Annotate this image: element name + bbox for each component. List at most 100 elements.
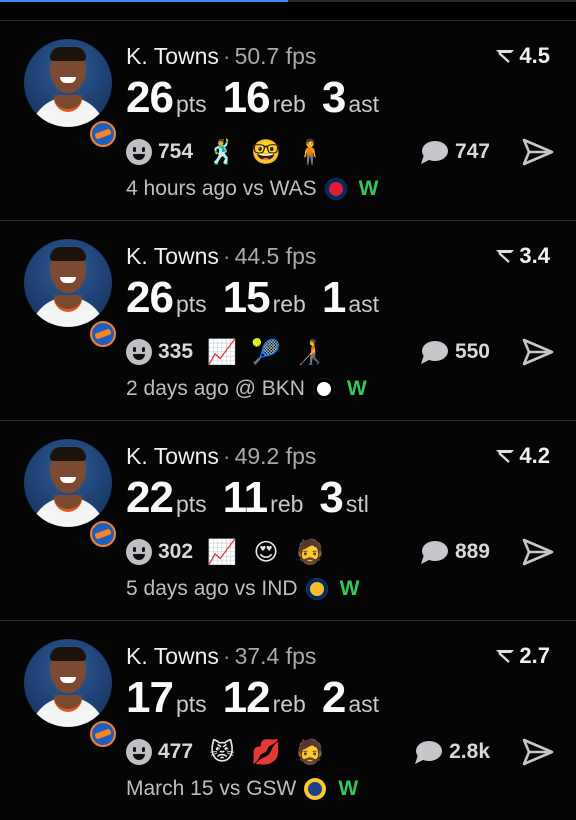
stat-unit: pts bbox=[175, 691, 207, 717]
game-card[interactable]: K. Towns · 44.5 fps 3.4 26 pts 15 reb 1 ast 335… bbox=[0, 220, 576, 420]
send-icon[interactable] bbox=[522, 137, 554, 167]
stat-unit: reb bbox=[272, 691, 306, 717]
send-icon[interactable] bbox=[522, 737, 554, 767]
rating[interactable]: 4.2 bbox=[495, 443, 550, 469]
stat-value: 26 bbox=[126, 73, 174, 122]
game-meta[interactable]: March 15 vs GSW W bbox=[126, 777, 358, 801]
rating-value: 4.5 bbox=[519, 43, 550, 68]
game-card[interactable]: K. Towns · 37.4 fps 2.7 17 pts 12 reb 2 ast 477… bbox=[0, 620, 576, 820]
knicks-logo-icon bbox=[90, 521, 116, 547]
comments[interactable]: 747 bbox=[419, 135, 490, 169]
reaction-emoji-icon[interactable]: 🧔 bbox=[293, 737, 327, 767]
player-avatar[interactable] bbox=[24, 639, 112, 727]
stat-unit: pts bbox=[175, 91, 207, 117]
rating[interactable]: 2.7 bbox=[495, 643, 550, 669]
stat-value: 2 bbox=[321, 673, 347, 722]
player-avatar[interactable] bbox=[24, 39, 112, 127]
stat-value: 22 bbox=[126, 473, 174, 522]
stat-unit: reb bbox=[272, 91, 306, 117]
game-meta[interactable]: 5 days ago vs IND W bbox=[126, 577, 359, 601]
stat-value: 12 bbox=[222, 673, 271, 722]
stat-line: 22 pts 11 reb 3 stl bbox=[126, 473, 385, 523]
reaction-emoji-icon[interactable]: 🧍 bbox=[293, 137, 327, 167]
stat-value: 3 bbox=[321, 73, 347, 122]
reaction-emoji-icon[interactable]: 🕺 bbox=[205, 137, 239, 167]
reactions[interactable]: 335 📈 🎾 🧑‍🦯 bbox=[126, 335, 337, 369]
result-badge: W bbox=[338, 777, 359, 800]
fantasy-points: 49.2 fps bbox=[234, 443, 317, 469]
stat-unit: pts bbox=[175, 491, 207, 517]
stat-line: 26 pts 15 reb 1 ast bbox=[126, 273, 395, 323]
comments-count: 889 bbox=[454, 540, 490, 563]
stat-unit: stl bbox=[345, 491, 369, 517]
player-line: K. Towns · 44.5 fps bbox=[126, 243, 316, 270]
player-avatar[interactable] bbox=[24, 439, 112, 527]
smiley-icon[interactable] bbox=[126, 139, 152, 165]
reaction-emoji-icon[interactable]: 📈 bbox=[205, 537, 239, 567]
reaction-emoji-icon[interactable]: 🤓 bbox=[249, 137, 283, 167]
separator: · bbox=[222, 243, 231, 269]
rating-arrow-icon bbox=[496, 250, 515, 263]
smiley-icon[interactable] bbox=[126, 739, 152, 765]
smiley-icon[interactable] bbox=[126, 339, 152, 365]
separator: · bbox=[222, 443, 231, 469]
game-card[interactable]: K. Towns · 50.7 fps 4.5 26 pts 16 reb 3 ast 754… bbox=[0, 20, 576, 220]
comment-bubble-icon bbox=[415, 741, 443, 764]
comments-count: 550 bbox=[454, 340, 490, 363]
reaction-emoji-icon[interactable]: 🧔 bbox=[293, 537, 327, 567]
knicks-logo-icon bbox=[90, 121, 116, 147]
stat-value: 15 bbox=[222, 273, 271, 322]
likes-count: 754 bbox=[158, 140, 194, 163]
rating-arrow-icon bbox=[496, 650, 515, 663]
game-meta[interactable]: 2 days ago @ BKN W bbox=[126, 377, 367, 401]
knicks-logo-icon bbox=[90, 721, 116, 747]
game-when: 5 days ago vs IND bbox=[126, 577, 298, 600]
stat-line: 26 pts 16 reb 3 ast bbox=[126, 73, 395, 123]
game-meta[interactable]: 4 hours ago vs WAS W bbox=[126, 177, 378, 201]
player-name[interactable]: K. Towns bbox=[126, 43, 219, 69]
reactions[interactable]: 754 🕺 🤓 🧍 bbox=[126, 135, 337, 169]
reaction-emoji-icon[interactable]: 📈 bbox=[205, 337, 239, 367]
comment-bubble-icon bbox=[420, 141, 448, 164]
player-avatar[interactable] bbox=[24, 239, 112, 327]
stat-line: 17 pts 12 reb 2 ast bbox=[126, 673, 395, 723]
rating[interactable]: 4.5 bbox=[495, 43, 550, 69]
separator: · bbox=[222, 43, 231, 69]
rating-arrow-icon bbox=[496, 50, 515, 63]
send-icon[interactable] bbox=[522, 537, 554, 567]
player-name[interactable]: K. Towns bbox=[126, 643, 219, 669]
reaction-emoji-icon[interactable]: 😍 bbox=[249, 537, 283, 567]
comments[interactable]: 550 bbox=[419, 335, 490, 369]
stat-unit: ast bbox=[348, 291, 380, 317]
game-when: March 15 vs GSW bbox=[126, 777, 297, 800]
player-name[interactable]: K. Towns bbox=[126, 243, 219, 269]
game-card[interactable]: K. Towns · 49.2 fps 4.2 22 pts 11 reb 3 stl 302… bbox=[0, 420, 576, 620]
smiley-icon[interactable] bbox=[126, 539, 152, 565]
reaction-emoji-icon[interactable]: 💋 bbox=[249, 737, 283, 767]
reactions[interactable]: 477 😾 💋 🧔 bbox=[126, 735, 337, 769]
rating-arrow-icon bbox=[496, 450, 515, 463]
stat-unit: ast bbox=[348, 91, 380, 117]
rating-value: 3.4 bbox=[519, 243, 550, 268]
likes-count: 335 bbox=[158, 340, 194, 363]
separator: · bbox=[222, 643, 231, 669]
reaction-emoji-icon[interactable]: 😾 bbox=[205, 737, 239, 767]
stat-value: 11 bbox=[222, 473, 269, 522]
comments-count: 747 bbox=[454, 140, 490, 163]
reaction-emoji-icon[interactable]: 🧑‍🦯 bbox=[293, 337, 327, 367]
comments-count: 2.8k bbox=[449, 740, 490, 763]
rating[interactable]: 3.4 bbox=[495, 243, 550, 269]
send-icon[interactable] bbox=[522, 337, 554, 367]
opponent-logo-icon bbox=[304, 778, 327, 800]
result-badge: W bbox=[339, 577, 360, 600]
comments[interactable]: 889 bbox=[419, 535, 490, 569]
comments[interactable]: 2.8k bbox=[413, 735, 490, 769]
player-name[interactable]: K. Towns bbox=[126, 443, 219, 469]
likes-count: 477 bbox=[158, 740, 194, 763]
stat-unit: pts bbox=[175, 291, 207, 317]
opponent-logo-icon bbox=[324, 178, 347, 200]
reactions[interactable]: 302 📈 😍 🧔 bbox=[126, 535, 337, 569]
stat-value: 1 bbox=[321, 273, 347, 322]
reaction-emoji-icon[interactable]: 🎾 bbox=[249, 337, 283, 367]
stat-value: 3 bbox=[319, 473, 344, 522]
